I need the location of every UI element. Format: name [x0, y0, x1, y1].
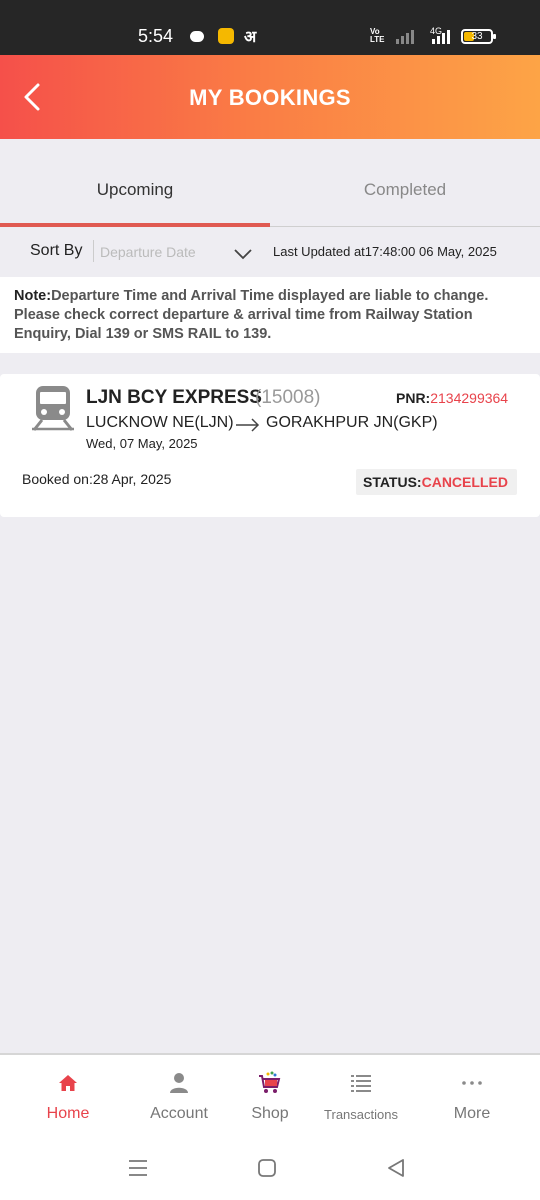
nav-transactions[interactable]: Transactions	[310, 1055, 412, 1142]
nav-label-account: Account	[150, 1105, 208, 1122]
sort-label: Sort By	[30, 242, 83, 259]
last-updated-text: Last Updated at17:48:00 06 May, 2025	[273, 244, 497, 259]
chat-notification-icon	[190, 27, 208, 45]
more-icon	[462, 1081, 482, 1085]
pnr-value: 2134299364	[430, 390, 509, 406]
origin-station: LUCKNOW NE(LJN)	[86, 414, 234, 431]
system-back-icon[interactable]	[384, 1156, 408, 1180]
arrow-right-icon	[236, 418, 260, 432]
booking-card[interactable]: LJN BCY EXPRESS (15008) PNR:2134299364 L…	[0, 374, 540, 517]
volte-icon: Vo LTE	[370, 27, 385, 44]
chevron-down-icon[interactable]	[232, 245, 254, 261]
sort-bar: Sort By Departure Date Last Updated at17…	[0, 227, 540, 277]
nav-label-transactions: Transactions	[324, 1107, 398, 1122]
app-notification-icon	[218, 27, 236, 45]
pnr: PNR:2134299364	[396, 390, 508, 406]
status-badge: STATUS:CANCELLED	[356, 469, 517, 495]
nav-shop[interactable]: Shop	[230, 1055, 310, 1142]
home-icon	[59, 1075, 77, 1091]
signal-sim2-icon	[432, 28, 450, 44]
travel-date: Wed, 07 May, 2025	[86, 436, 198, 451]
cart-icon	[259, 1071, 281, 1093]
status-value: CANCELLED	[421, 474, 508, 490]
signal-sim1-icon	[396, 28, 414, 44]
sort-dropdown[interactable]: Departure Date	[100, 244, 196, 260]
person-icon	[170, 1073, 188, 1093]
list-icon	[351, 1075, 371, 1092]
recent-apps-icon[interactable]	[126, 1156, 150, 1180]
app-header: MY BOOKINGS	[0, 55, 540, 139]
note-prefix: Note:	[14, 288, 52, 304]
nav-label-shop: Shop	[251, 1105, 289, 1122]
system-nav-bar	[0, 1140, 540, 1200]
nav-more[interactable]: More	[422, 1055, 522, 1142]
tab-completed[interactable]: Completed	[270, 139, 540, 227]
booked-on-date: Booked on:28 Apr, 2025	[22, 471, 172, 487]
status-bar: 5:54 अ Vo LTE 4G 33	[0, 0, 540, 55]
train-name: LJN BCY EXPRESS	[86, 387, 262, 408]
train-number: (15008)	[255, 387, 321, 408]
page-title: MY BOOKINGS	[189, 85, 351, 110]
nav-label-home: Home	[46, 1105, 90, 1122]
bottom-navigation: Home Account Shop Transactions More	[0, 1053, 540, 1140]
tab-upcoming[interactable]: Upcoming	[0, 139, 270, 227]
sort-divider	[93, 240, 94, 262]
battery-icon: 33	[461, 29, 496, 44]
note-text: Departure Time and Arrival Time displaye…	[14, 288, 489, 342]
nav-label-more: More	[453, 1105, 491, 1122]
train-icon	[32, 386, 74, 431]
status-label: STATUS:	[363, 474, 422, 490]
home-button-icon[interactable]	[255, 1156, 279, 1180]
pnr-label: PNR:	[396, 390, 431, 406]
hindi-keyboard-icon: अ	[244, 29, 257, 46]
status-time: 5:54	[138, 26, 174, 46]
booking-tabs: Upcoming Completed	[0, 139, 540, 227]
nav-account[interactable]: Account	[129, 1055, 229, 1142]
nav-home[interactable]: Home	[18, 1055, 118, 1142]
destination-station: GORAKHPUR JN(GKP)	[266, 414, 438, 431]
disclaimer-note: Note:Departure Time and Arrival Time dis…	[0, 277, 540, 353]
